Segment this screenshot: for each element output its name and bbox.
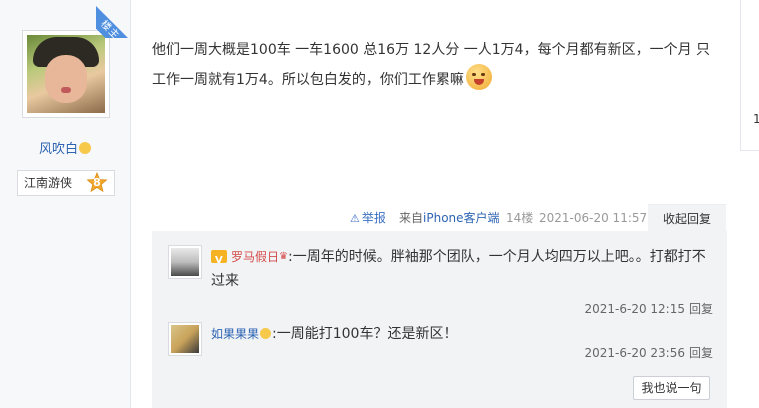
warning-icon: ⚠ <box>350 212 360 225</box>
post-text: 他们一周大概是100车 一车1600 总16万 12人分 一人1万4，每个月都有… <box>152 42 711 88</box>
author-panel: 风吹白 江南游侠 8 <box>0 0 131 408</box>
post-source: 来自iPhone客户端 <box>399 206 500 230</box>
reply-button[interactable]: 回复 <box>689 302 713 316</box>
reply-time: 2021-6-20 12:15 <box>584 302 685 316</box>
collapse-replies-button[interactable]: 收起回复 <box>648 204 726 233</box>
source-device-link[interactable]: iPhone客户端 <box>423 211 500 225</box>
level-star-icon: 8 <box>86 171 108 194</box>
post-content: 他们一周大概是100车 一车1600 总16万 12人分 一人1万4，每个月都有… <box>152 36 722 94</box>
reply-time: 2021-6-20 23:56 <box>584 346 685 360</box>
vip-mark-icon: ♛ <box>279 251 288 262</box>
reply-body: 如果果果 :一周能打100车？还是新区！ <box>211 322 713 346</box>
reply-button[interactable]: 回复 <box>689 346 713 360</box>
avatar-image <box>27 35 105 113</box>
honor-title: 江南游侠 <box>24 176 73 190</box>
source-prefix: 来自 <box>399 211 424 225</box>
thread-starter-badge: 楼主 <box>96 0 134 38</box>
reply-item: 如果果果 :一周能打100车？还是新区！ 2021-6-20 23:56 回复 <box>168 322 713 372</box>
reply-avatar[interactable] <box>168 322 202 356</box>
reply-body: 罗马假日♛:一周年的时候。胖袖那个团队，一个月人均四万以上吧。。打都打不过来 <box>211 245 713 293</box>
thread-starter-label: 楼主 <box>96 6 134 38</box>
smiley-icon <box>260 328 272 339</box>
reply-avatar[interactable] <box>168 245 202 279</box>
honor-level: 8 <box>93 176 101 189</box>
side-panel-edge: 1 <box>740 0 759 151</box>
report-label: 举报 <box>361 211 386 225</box>
smiley-icon <box>79 142 91 154</box>
post-time: 2021-06-20 11:57 <box>539 211 648 225</box>
reply-username[interactable]: 如果果果 <box>211 327 259 341</box>
laughing-emoji-icon <box>465 64 492 90</box>
me-too-button[interactable]: 我也说一句 <box>633 376 710 400</box>
author-username[interactable]: 风吹白 <box>39 142 78 157</box>
reply-meta: 2021-6-20 23:56 回复 <box>584 344 713 361</box>
honor-badge[interactable]: 江南游侠 8 <box>17 170 115 196</box>
side-panel-text: 1 <box>753 112 759 126</box>
reply-text: :一周能打100车？还是新区！ <box>272 326 458 342</box>
author-avatar[interactable] <box>22 30 110 118</box>
author-username-row: 风吹白 <box>0 138 130 157</box>
reply-item: 罗马假日♛:一周年的时候。胖袖那个团队，一个月人均四万以上吧。。打都打不过来 2… <box>168 245 713 317</box>
reply-meta: 2021-6-20 12:15 回复 <box>584 300 713 317</box>
floor-number: 14楼 <box>506 211 534 225</box>
vip-crown-icon <box>211 249 227 273</box>
report-link[interactable]: ⚠ 举报 <box>350 206 386 231</box>
reply-username[interactable]: 罗马假日 <box>231 250 279 264</box>
